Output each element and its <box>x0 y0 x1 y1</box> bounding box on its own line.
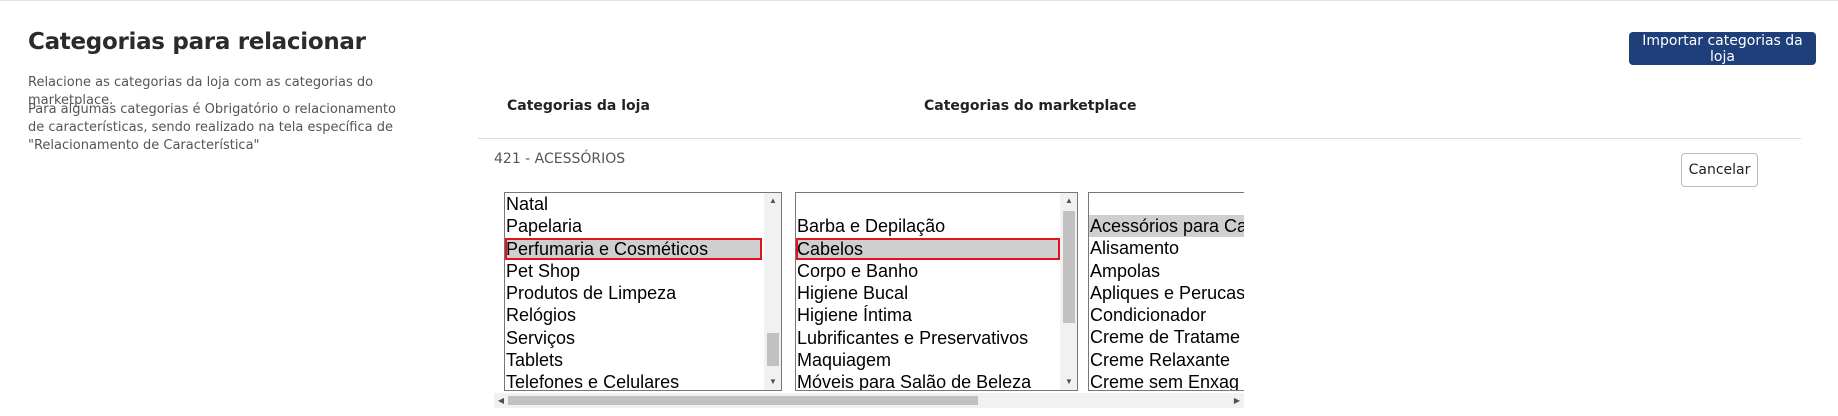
store-category-option[interactable]: Tablets <box>505 349 762 371</box>
lists-horizontal-scrollbar[interactable]: ◀ ▶ <box>494 393 1244 408</box>
horizontal-scrollbar-thumb[interactable] <box>508 396 978 405</box>
cancel-button[interactable]: Cancelar <box>1681 153 1758 187</box>
scroll-up-arrow-icon[interactable]: ▲ <box>1061 193 1077 209</box>
marketplace-subcategory-option[interactable]: Alisamento <box>1089 237 1244 259</box>
store-category-option[interactable]: Papelaria <box>505 215 762 237</box>
marketplace-subcategory-option[interactable]: Condicionador <box>1089 304 1244 326</box>
scrollbar-thumb[interactable] <box>767 333 779 366</box>
marketplace-categories-list[interactable]: Barba e Depilação Cabelos Corpo e Banho … <box>795 192 1078 391</box>
store-category-option[interactable]: Serviços <box>505 327 762 349</box>
marketplace-category-option[interactable]: Higiene Íntima <box>796 304 1060 326</box>
store-category-option[interactable]: Pet Shop <box>505 260 762 282</box>
marketplace-category-option-selected[interactable]: Cabelos <box>796 237 1060 260</box>
marketplace-category-option[interactable]: Lubrificantes e Preservativos <box>796 327 1060 349</box>
marketplace-subcategory-option[interactable]: Ampolas <box>1089 260 1244 282</box>
store-categories-options: Natal Papelaria Perfumaria e Cosméticos … <box>505 193 762 390</box>
store-list-scrollbar[interactable]: ▲ ▼ <box>764 193 781 390</box>
marketplace-category-option[interactable]: Higiene Bucal <box>796 282 1060 304</box>
scroll-down-arrow-icon[interactable]: ▼ <box>1061 374 1077 390</box>
import-categories-button[interactable]: Importar categorias da loja <box>1629 32 1816 65</box>
marketplace-subcategory-option[interactable]: Creme Relaxante <box>1089 349 1244 371</box>
current-category-label: 421 - ACESSÓRIOS <box>494 151 626 167</box>
info-panel: Categorias para relacionar Relacione as … <box>28 25 448 153</box>
marketplace-category-option[interactable]: Corpo e Banho <box>796 260 1060 282</box>
marketplace-category-option[interactable]: Barba e Depilação <box>796 215 1060 237</box>
marketplace-subcategories-list[interactable]: Acessórios para Ca Alisamento Ampolas Ap… <box>1088 192 1244 391</box>
marketplace-categories-header: Categorias do marketplace <box>924 98 1137 114</box>
marketplace-categories-options: Barba e Depilação Cabelos Corpo e Banho … <box>796 193 1060 390</box>
marketplace-category-option[interactable]: Maquiagem <box>796 349 1060 371</box>
marketplace-subcategory-option[interactable]: Apliques e Perucas <box>1089 282 1244 304</box>
marketplace-list-scrollbar[interactable]: ▲ ▼ <box>1060 193 1077 390</box>
store-categories-header: Categorias da loja <box>507 98 650 114</box>
scroll-left-arrow-icon[interactable]: ◀ <box>494 393 508 408</box>
marketplace-subcategory-option-selected[interactable]: Acessórios para Ca <box>1089 215 1244 238</box>
scroll-up-arrow-icon[interactable]: ▲ <box>765 193 781 209</box>
header-divider <box>478 138 1801 139</box>
marketplace-category-option[interactable] <box>796 193 1060 215</box>
store-category-option[interactable]: Telefones e Celulares <box>505 371 762 390</box>
store-category-option[interactable]: Natal <box>505 193 762 215</box>
description-note: Para algumas categorias é Obrigatório o … <box>28 102 396 153</box>
store-category-option[interactable]: Relógios <box>505 304 762 326</box>
scrollbar-thumb[interactable] <box>1063 211 1075 323</box>
store-categories-list[interactable]: Natal Papelaria Perfumaria e Cosméticos … <box>504 192 782 391</box>
store-category-option[interactable]: Produtos de Limpeza <box>505 282 762 304</box>
marketplace-subcategories-options: Acessórios para Ca Alisamento Ampolas Ap… <box>1089 215 1244 390</box>
marketplace-subcategory-option[interactable]: Creme de Tratame <box>1089 326 1244 348</box>
marketplace-category-option[interactable]: Móveis para Salão de Beleza <box>796 371 1060 390</box>
scroll-down-arrow-icon[interactable]: ▼ <box>765 374 781 390</box>
scroll-right-arrow-icon[interactable]: ▶ <box>1230 393 1244 408</box>
category-mapping-page: Categorias para relacionar Relacione as … <box>0 0 1838 416</box>
store-category-option-selected[interactable]: Perfumaria e Cosméticos <box>505 237 762 260</box>
marketplace-subcategory-option[interactable]: Creme sem Enxag <box>1089 371 1244 390</box>
page-title: Categorias para relacionar <box>28 29 366 55</box>
